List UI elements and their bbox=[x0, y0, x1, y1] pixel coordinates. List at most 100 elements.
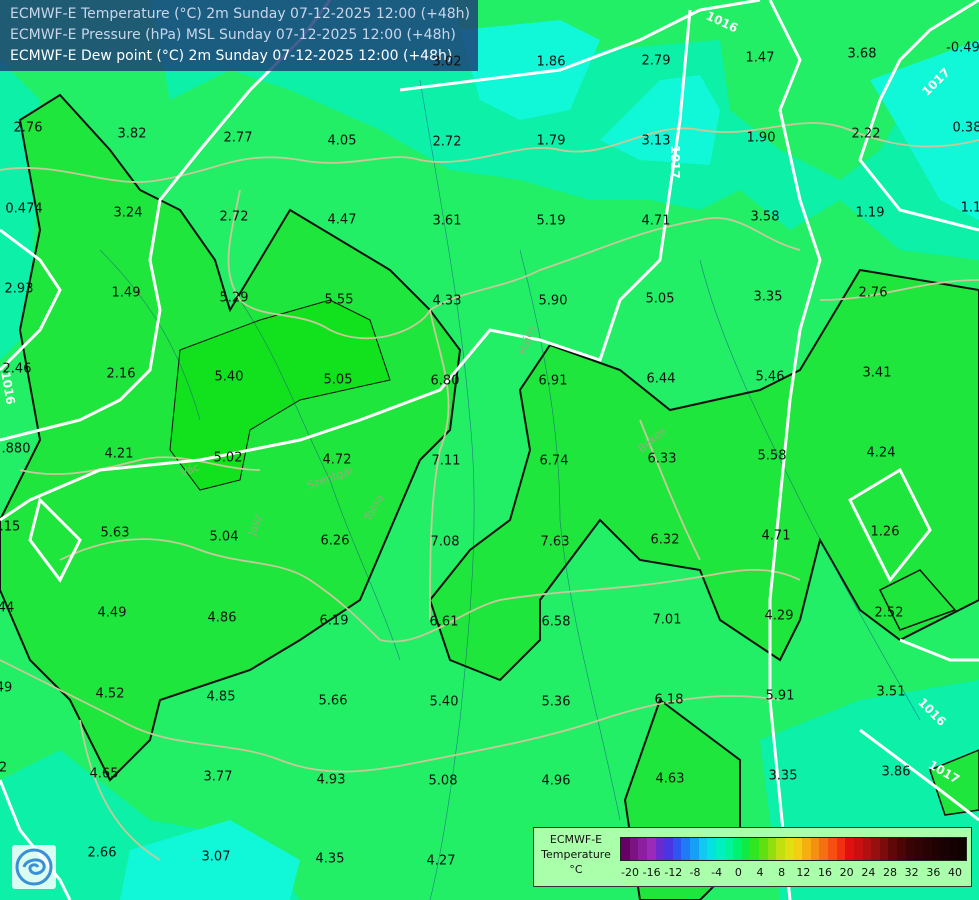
legend-title: ECMWF-E Temperature °C bbox=[537, 832, 615, 877]
value-label: 4.63 bbox=[655, 771, 685, 787]
value-label: 5.05 bbox=[645, 291, 675, 307]
value-label: 2.79 bbox=[641, 53, 671, 69]
legend-color-cell bbox=[707, 838, 716, 860]
value-label: 1.19 bbox=[855, 205, 885, 221]
value-label: 3.24 bbox=[113, 205, 143, 221]
weather-map: ECMWF-E Temperature (°C) 2m Sunday 07-12… bbox=[0, 0, 979, 900]
legend-tick-label: 8 bbox=[778, 866, 786, 879]
value-label: 2.77 bbox=[223, 130, 253, 146]
value-label: 2.22 bbox=[851, 126, 881, 142]
value-label: 5.46 bbox=[755, 369, 785, 385]
value-label: 6.19 bbox=[319, 613, 349, 629]
legend-color-cell bbox=[845, 838, 854, 860]
value-label: 1.79 bbox=[536, 133, 566, 149]
legend-tick-label: 40 bbox=[948, 866, 962, 879]
ecmwf-logo-icon bbox=[12, 845, 56, 889]
value-label: 4.71 bbox=[761, 528, 791, 544]
value-label: 6.33 bbox=[647, 451, 677, 467]
legend-color-cell bbox=[836, 838, 846, 860]
value-label: 4.21 bbox=[104, 446, 134, 462]
value-label: 7.63 bbox=[540, 534, 570, 550]
legend-title-variable: Temperature bbox=[541, 848, 611, 861]
legend-color-cell bbox=[724, 838, 734, 860]
title-line-dewpoint: ECMWF-E Dew point (°C) 2m Sunday 07-12-2… bbox=[10, 48, 453, 64]
legend-tick-label: 12 bbox=[796, 866, 811, 879]
value-label: 6.44 bbox=[646, 371, 676, 387]
value-label: 6.18 bbox=[654, 692, 684, 708]
value-label: 5.58 bbox=[757, 448, 787, 464]
legend-tick-label: 16 bbox=[818, 866, 832, 879]
legend-color-cell bbox=[664, 838, 673, 860]
value-label: 3.51 bbox=[876, 684, 906, 700]
legend-color-cell bbox=[828, 838, 837, 860]
value-label: 3.86 bbox=[881, 764, 911, 780]
value-label: 1.90 bbox=[746, 130, 776, 146]
value-label: 2.66 bbox=[87, 845, 117, 861]
legend-title-unit: °C bbox=[569, 863, 583, 876]
value-label: 5.40 bbox=[214, 369, 244, 385]
temperature-legend: ECMWF-E Temperature °C -20 -16 -12 -8 -4 0 4 8 1… bbox=[533, 827, 972, 887]
value-label: 1.1 bbox=[960, 200, 979, 216]
value-label: 5.04 bbox=[209, 529, 239, 545]
value-label: 4.96 bbox=[541, 773, 571, 789]
legend-tick-label: 36 bbox=[926, 866, 941, 879]
legend-color-cell bbox=[862, 838, 872, 860]
value-label: 2 bbox=[0, 760, 8, 776]
legend-color-cell bbox=[879, 838, 889, 860]
title-line-temperature: ECMWF-E Temperature (°C) 2m Sunday 07-12… bbox=[10, 6, 471, 22]
legend-color-cell bbox=[957, 838, 966, 860]
legend-color-cell bbox=[784, 838, 794, 860]
legend-color-cell bbox=[655, 838, 665, 860]
legend-color-cell bbox=[638, 838, 647, 860]
value-label: 4.52 bbox=[95, 686, 125, 702]
legend-color-cell bbox=[922, 838, 932, 860]
value-label: 0.474 bbox=[5, 201, 43, 217]
legend-color-cell bbox=[940, 838, 949, 860]
legend-color-cell bbox=[646, 838, 656, 860]
title-line-pressure: ECMWF-E Pressure (hPa) MSL Sunday 07-12-… bbox=[10, 27, 456, 43]
value-label: 2.72 bbox=[432, 134, 462, 150]
map-title-box: ECMWF-E Temperature (°C) 2m Sunday 07-12… bbox=[0, 0, 479, 71]
value-label: 2.72 bbox=[219, 209, 249, 225]
legend-tick-label: 0 bbox=[734, 866, 742, 879]
legend-tick-label: -4 bbox=[711, 866, 723, 879]
legend-color-cell bbox=[871, 838, 880, 860]
value-label: 4.29 bbox=[764, 608, 794, 624]
legend-color-cell bbox=[750, 838, 759, 860]
value-label: 5.40 bbox=[429, 694, 459, 710]
value-label: 7.01 bbox=[652, 612, 682, 628]
legend-tick-label: 20 bbox=[839, 866, 854, 879]
value-label: 0.38 bbox=[952, 120, 979, 136]
value-label: 6.74 bbox=[539, 453, 569, 469]
value-label: .880 bbox=[1, 441, 31, 457]
value-label: 5.19 bbox=[536, 213, 566, 229]
legend-color-cell bbox=[759, 838, 768, 860]
legend-title-model: ECMWF-E bbox=[549, 833, 603, 846]
isobar-label: 1017 bbox=[668, 145, 682, 179]
value-label: 2.16 bbox=[106, 366, 136, 382]
legend-color-cell bbox=[698, 838, 708, 860]
legend-color-cell bbox=[931, 838, 941, 860]
legend-color-cell bbox=[629, 838, 639, 860]
value-label: 6.32 bbox=[650, 532, 680, 548]
value-label: 4.33 bbox=[432, 293, 462, 309]
value-label: 6.91 bbox=[538, 373, 568, 389]
legend-tick-label: -16 bbox=[642, 866, 661, 879]
legend-tick-label: -12 bbox=[664, 866, 683, 879]
value-label: 1.86 bbox=[536, 54, 566, 70]
value-label: 3.77 bbox=[203, 769, 233, 785]
legend-color-cell bbox=[715, 838, 725, 860]
value-label: 5.90 bbox=[538, 293, 568, 309]
legend-color-cell bbox=[888, 838, 897, 860]
legend-color-cell bbox=[767, 838, 777, 860]
value-label: 4.27 bbox=[426, 853, 456, 869]
legend-color-cell bbox=[793, 838, 803, 860]
legend-color-cell bbox=[802, 838, 811, 860]
legend-color-bar bbox=[620, 837, 967, 861]
value-label: 7.11 bbox=[431, 453, 461, 469]
legend-color-cell bbox=[948, 838, 958, 860]
legend-color-cell bbox=[914, 838, 923, 860]
value-label: 2.52 bbox=[874, 605, 904, 621]
value-label: 3.68 bbox=[847, 46, 877, 62]
value-label: 5.02 bbox=[213, 450, 243, 466]
